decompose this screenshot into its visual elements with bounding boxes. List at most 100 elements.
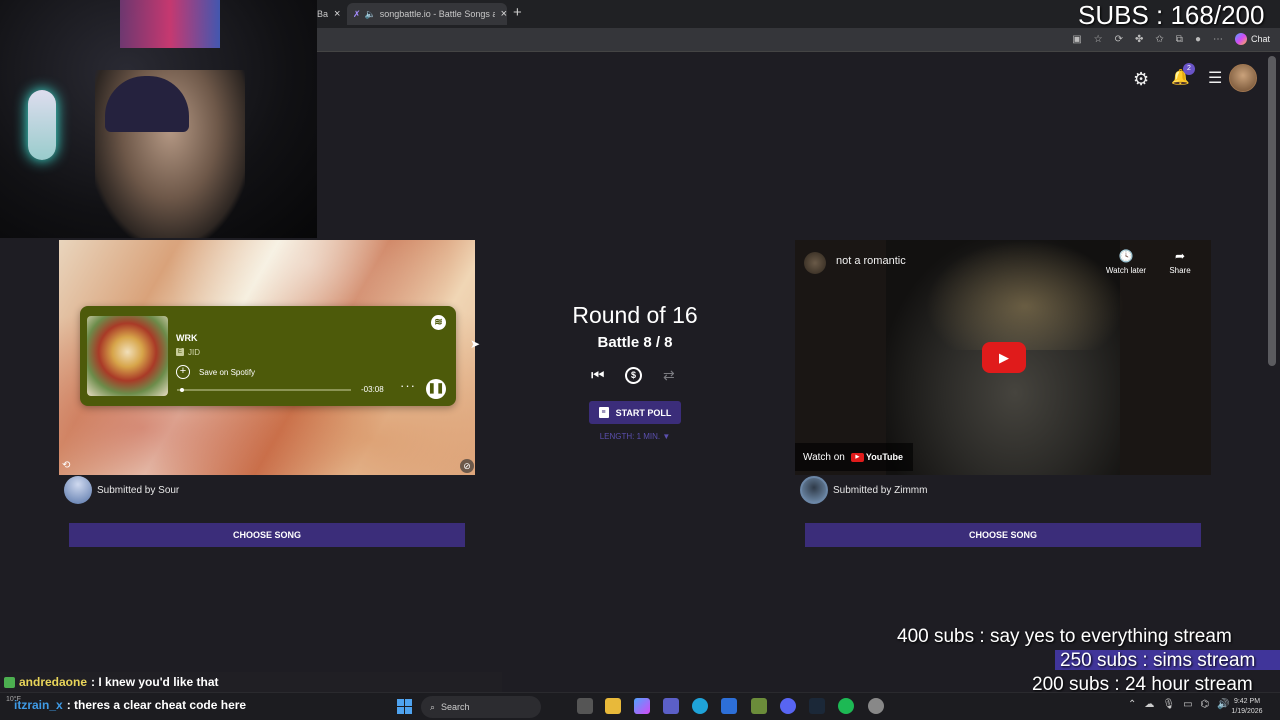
teams-icon[interactable] [663, 698, 679, 714]
browser-toolbar: ▣ ☆ ⟳ ✤ ✩ ⧉ ● ⋯ Chat [317, 28, 1280, 52]
search-label: Search [441, 702, 470, 712]
microphone-icon[interactable]: 🎙 [1162, 699, 1175, 710]
hide-icon[interactable]: ⊘ [460, 459, 474, 473]
choose-song-left-button[interactable]: CHOOSE SONG [69, 523, 465, 547]
coin-flip-icon[interactable]: $ [625, 367, 642, 384]
steam-icon[interactable] [809, 698, 825, 714]
poll-length-dropdown[interactable]: LENGTH: 1 MIN. ▼ [560, 432, 710, 441]
chat-username: itzrain_x [14, 698, 63, 712]
start-poll-label: START POLL [615, 407, 672, 418]
youtube-logo: ▶ YouTube [850, 452, 903, 462]
youtube-play-button[interactable]: ▶ [982, 342, 1026, 373]
submitter-info: Submitted by Zimmm [800, 476, 928, 504]
profile-icon[interactable]: ● [1195, 34, 1201, 45]
submitted-by-label: Submitted by Sour [97, 484, 180, 496]
artist-name[interactable]: JID [188, 348, 200, 357]
share-button[interactable]: ➦ Share [1163, 249, 1197, 275]
playback-progress-bar[interactable] [177, 388, 351, 392]
share-label: Share [1169, 266, 1191, 275]
album-art[interactable] [87, 316, 168, 396]
reload-icon[interactable]: ⟲ [62, 460, 70, 471]
watch-later-button[interactable]: 🕓 Watch later [1098, 249, 1154, 275]
extensions-icon[interactable]: ✤ [1135, 34, 1143, 45]
file-explorer-icon[interactable] [605, 698, 621, 714]
webcam-background-screen [120, 0, 220, 48]
left-song-card: WRK E JID + Save on Spotify ≋ -03:08 ···… [59, 240, 475, 475]
share-icon: ➦ [1174, 249, 1186, 263]
browser-tab[interactable]: Ba × [317, 3, 345, 25]
save-on-spotify-button[interactable]: Save on Spotify [199, 368, 255, 377]
task-view-icon[interactable] [577, 698, 593, 714]
pause-button[interactable]: ❚❚ [426, 379, 446, 399]
more-options-icon[interactable]: ··· [400, 378, 416, 393]
favorite-icon[interactable]: ☆ [1094, 34, 1103, 45]
chat-message: andredaone : I knew you'd like that [0, 672, 502, 692]
right-song-card: not a romantic 🕓 Watch later ➦ Share ▶ W… [795, 240, 1211, 475]
shuffle-icon[interactable]: ⇄ [663, 367, 675, 384]
clock-icon: 🕓 [1118, 249, 1134, 263]
page-scrollbar[interactable] [1268, 56, 1276, 366]
spotify-app-icon[interactable] [838, 698, 854, 714]
clock-date: 1/19/2026 [1231, 708, 1263, 715]
subs-counter: SUBS : 168/200 [1078, 0, 1265, 30]
sub-goal-400: 400 subs : say yes to everything stream [897, 626, 1232, 647]
track-title[interactable]: WRK [176, 333, 198, 343]
more-icon[interactable]: ⋯ [1213, 34, 1223, 45]
poll-icon: ≡ [598, 407, 609, 418]
watch-on-youtube-button[interactable]: Watch on ▶ YouTube [795, 443, 913, 471]
system-tray: ⌃ ☁ 🎙 ▭ ⌬ 🔊 [1128, 699, 1230, 710]
user-avatar[interactable] [1229, 64, 1257, 92]
taskbar-clock[interactable]: 9:42 PM 1/19/2026 [1224, 697, 1270, 717]
edge-icon[interactable] [692, 698, 708, 714]
submitter-info: Submitted by Sour [64, 476, 180, 504]
start-poll-button[interactable]: ≡ START POLL [589, 401, 681, 424]
video-title[interactable]: not a romantic [836, 255, 906, 267]
add-icon[interactable]: + [176, 365, 190, 379]
refresh-icon[interactable]: ⟳ [1115, 34, 1123, 45]
choose-song-right-button[interactable]: CHOOSE SONG [805, 523, 1201, 547]
chat-badge-icon [4, 676, 15, 688]
chat-text: : I knew you'd like that [91, 675, 219, 689]
cloud-icon[interactable]: ☁ [1144, 699, 1154, 710]
watch-later-label: Watch later [1105, 266, 1147, 275]
store-icon[interactable] [721, 698, 737, 714]
previous-battle-icon[interactable]: ⏮ [591, 367, 605, 384]
chat-text: : theres a clear cheat code here [66, 698, 247, 712]
hamburger-menu-icon[interactable]: ☰ [1208, 68, 1222, 88]
chat-username: andredaone [19, 675, 88, 689]
notification-badge: 2 [1183, 63, 1195, 75]
copilot-app-icon[interactable] [634, 698, 650, 714]
browser-tab-active[interactable]: ✗ 🔈 songbattle.io - Battle Songs a × [347, 3, 507, 25]
collections-icon[interactable]: ⧉ [1176, 34, 1183, 45]
network-icon[interactable]: ⌬ [1201, 699, 1210, 710]
tab-label: songbattle.io - Battle Songs a [379, 9, 495, 19]
progress-handle[interactable] [180, 388, 185, 392]
spotify-logo-icon[interactable]: ≋ [431, 315, 446, 330]
songbattle-favicon-icon: ✗ [353, 8, 361, 19]
close-icon[interactable]: × [334, 8, 340, 20]
new-tab-button[interactable]: + [513, 4, 522, 21]
search-icon: ⌕ [430, 701, 436, 712]
channel-avatar[interactable] [804, 252, 826, 274]
round-title: Round of 16 [572, 302, 698, 328]
chevron-up-icon[interactable]: ⌃ [1128, 699, 1136, 710]
chat-label: Chat [1250, 34, 1270, 44]
taskbar-search[interactable]: ⌕ Search [421, 696, 541, 718]
mouse-cursor-icon: ➤ [470, 337, 481, 351]
close-icon[interactable]: × [501, 8, 507, 20]
speaker-icon[interactable]: 🔈 [365, 9, 376, 20]
tab-label: Ba [317, 9, 329, 19]
display-icon[interactable]: ▭ [1183, 699, 1192, 710]
battle-counter: Battle 8 / 8 [597, 334, 673, 351]
split-screen-icon[interactable]: ▣ [1072, 34, 1081, 45]
discord-icon[interactable] [780, 698, 796, 714]
minecraft-icon[interactable] [751, 698, 767, 714]
submitted-by-label: Submitted by Zimmm [833, 484, 928, 496]
youtube-play-icon: ▶ [850, 452, 864, 462]
thumbnail-streetlight [925, 240, 1125, 350]
gear-icon[interactable]: ⚙ [1133, 69, 1149, 90]
copilot-chat-button[interactable]: Chat [1234, 33, 1270, 45]
windows-start-icon[interactable] [397, 699, 412, 714]
obs-icon[interactable] [868, 698, 884, 714]
favorites-icon[interactable]: ✩ [1155, 34, 1163, 45]
